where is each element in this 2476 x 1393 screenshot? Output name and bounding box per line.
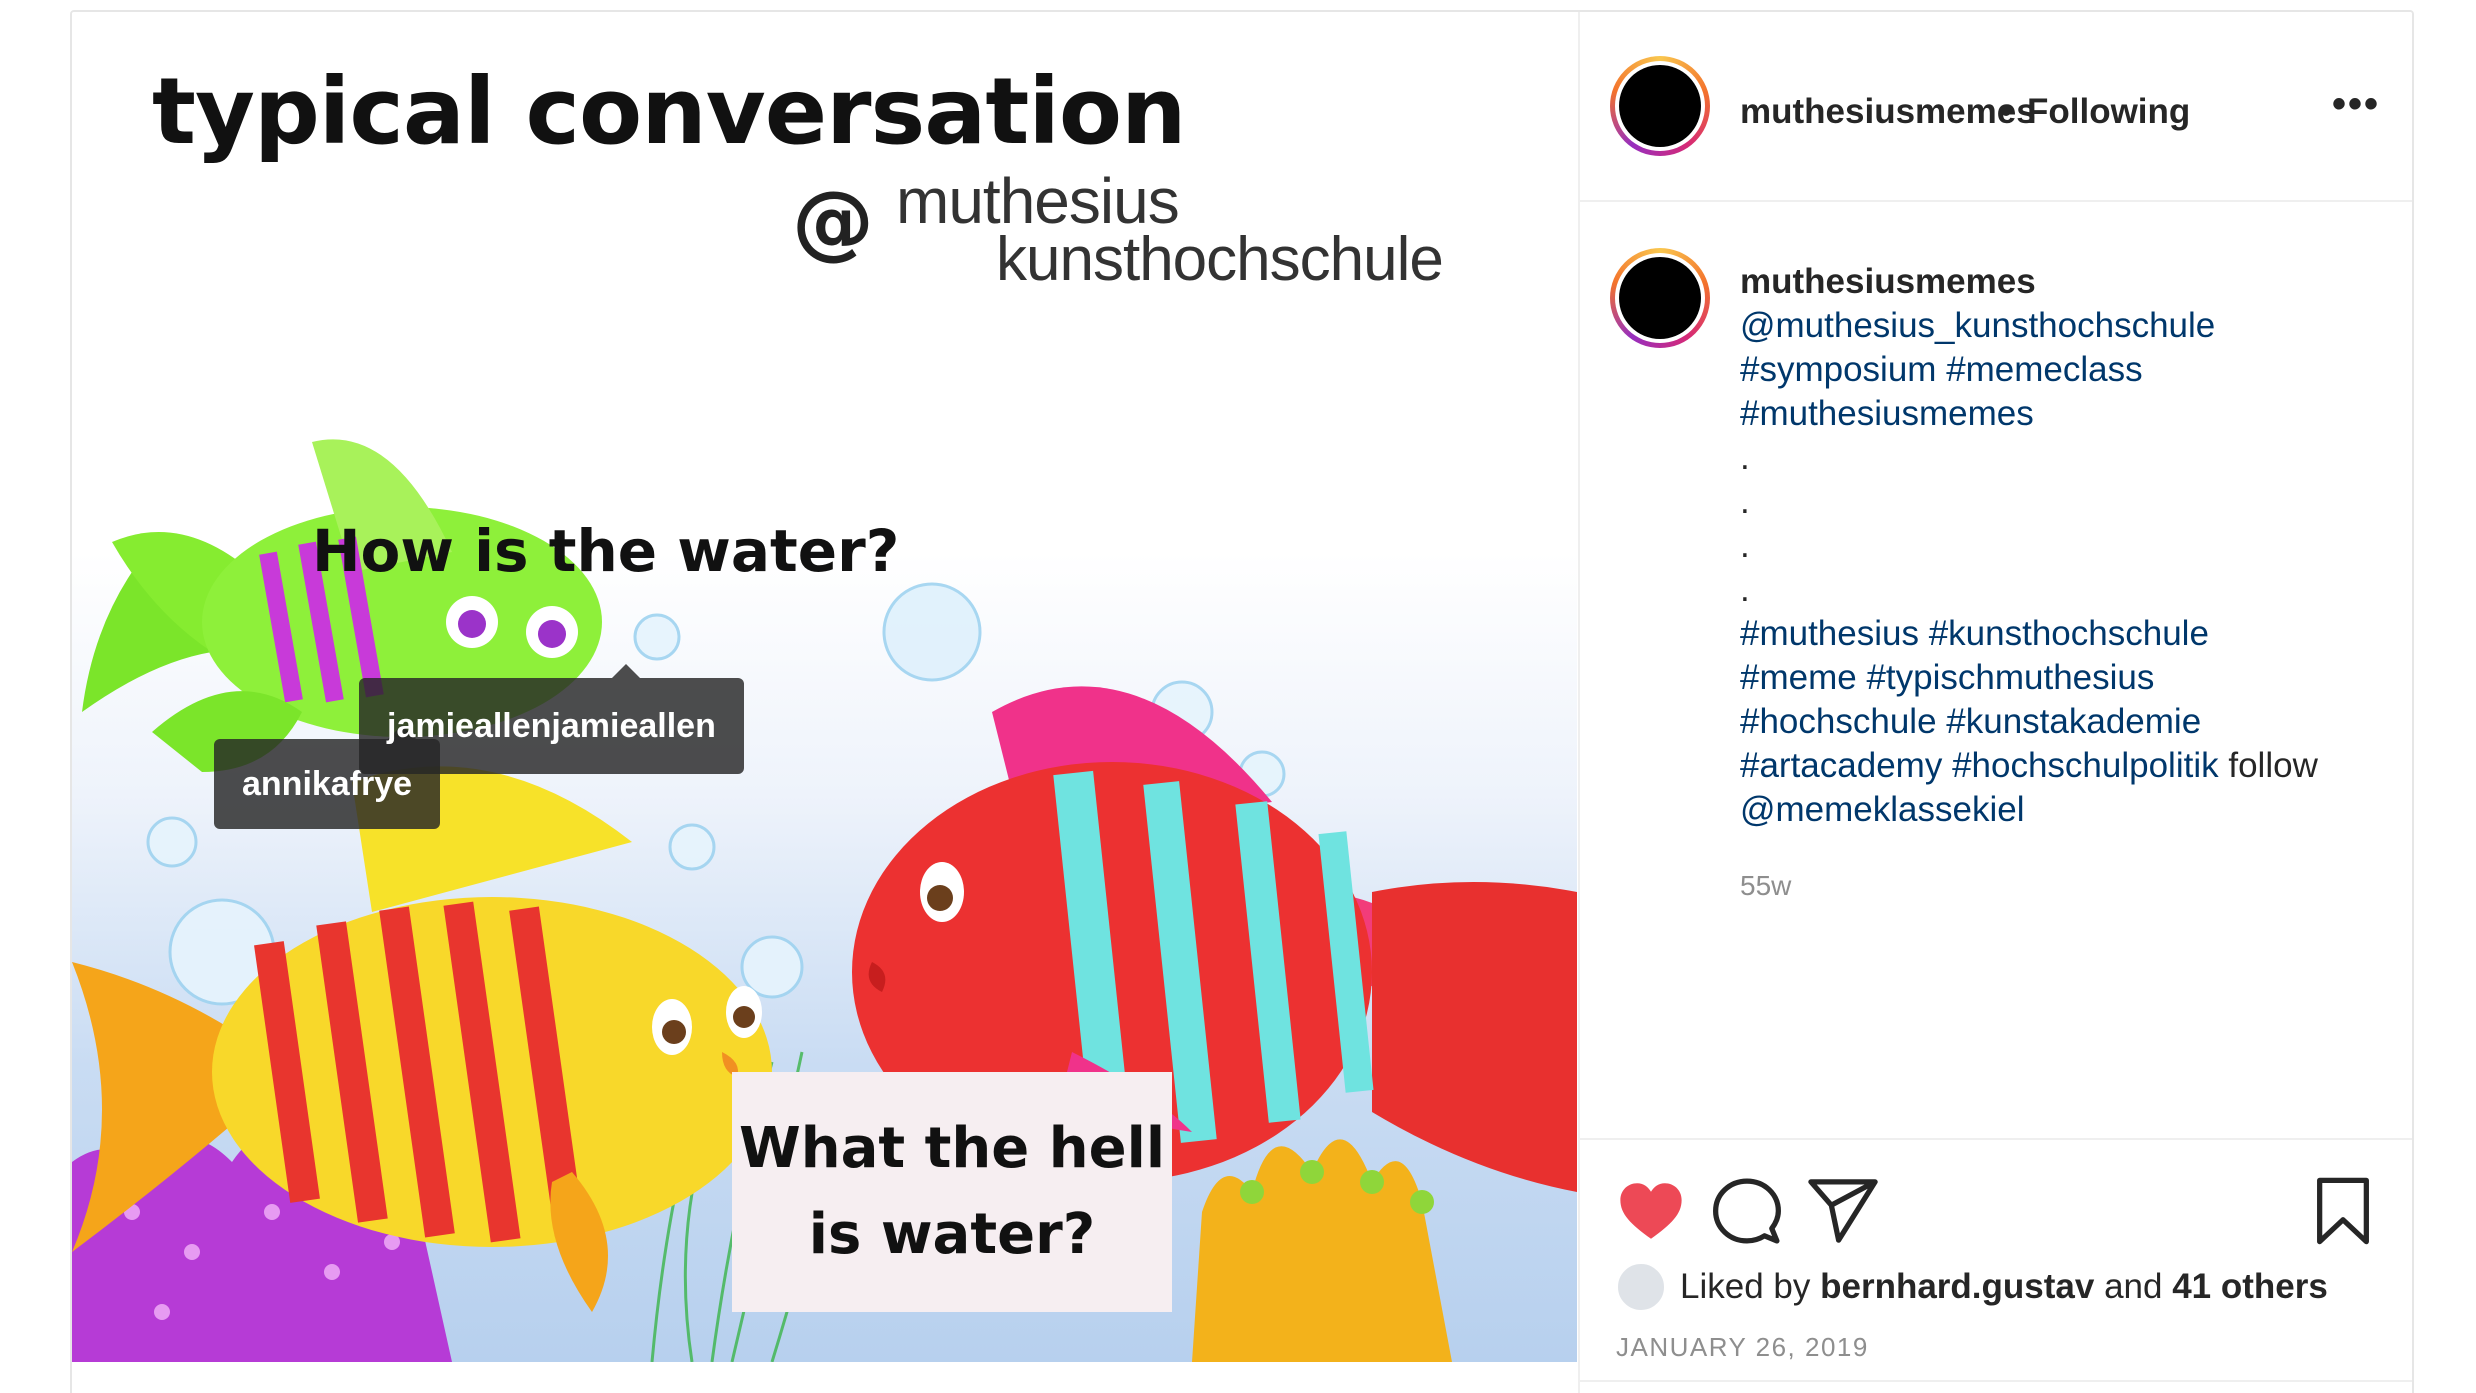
caption-text: follow (2228, 746, 2318, 785)
hashtag-link[interactable]: #artacademy (1740, 746, 1942, 785)
more-horizontal-icon[interactable]: ••• (2332, 82, 2380, 127)
hashtag-link[interactable]: #hochschulpolitik (1952, 746, 2219, 785)
caption-dot: . (1740, 438, 1750, 477)
hashtag-link[interactable]: #kunsthochschule (1929, 614, 2209, 653)
header-separator: • (2000, 92, 2013, 131)
post-header: muthesiusmemes • Following ••• (1580, 12, 2412, 202)
meme-answer-line2: is water? (808, 1202, 1096, 1267)
paper-plane-icon[interactable] (1808, 1176, 1878, 1246)
user-tag-jamieallen[interactable]: jamieallenjamieallen (359, 678, 744, 774)
user-tag-pointer (612, 664, 640, 678)
meme-question: How is the water? (312, 517, 900, 585)
caption-mention[interactable]: @memeklassekiel (1740, 788, 2380, 832)
caption-dot: . (1740, 526, 1750, 565)
hashtag-link[interactable]: #kunstakademie (1946, 702, 2201, 741)
caption-dot: . (1740, 482, 1750, 521)
post-time-ago[interactable]: 55w (1740, 870, 1791, 902)
hashtag-link[interactable]: #meme (1740, 658, 1857, 697)
header-username[interactable]: muthesiusmemes (1740, 92, 2036, 132)
caption-avatar[interactable] (1610, 248, 1710, 348)
post-date[interactable]: JANUARY 26, 2019 (1616, 1332, 1869, 1363)
caption-username[interactable]: muthesiusmemes (1740, 260, 2380, 304)
likes-others-link[interactable]: 41 others (2172, 1267, 2328, 1307)
liker-username[interactable]: bernhard.gustav (1820, 1267, 2094, 1307)
post-caption: muthesiusmemes @muthesius_kunsthochschul… (1740, 260, 2380, 832)
post-side-panel: muthesiusmemes • Following ••• muthesius… (1578, 12, 2412, 1393)
heart-icon[interactable] (1616, 1176, 1686, 1246)
meme-brand-line2: kunsthochschule (996, 225, 1444, 294)
bookmark-icon[interactable] (2308, 1176, 2378, 1246)
post-card: typical conversation @ muthesius kunstho… (70, 10, 2414, 1393)
following-button[interactable]: Following (2027, 92, 2190, 132)
caption-dot: . (1740, 570, 1750, 609)
hashtag-link[interactable]: #muthesius (1740, 614, 1919, 653)
hashtag-link[interactable]: #hochschule (1740, 702, 1937, 741)
likes-prefix: Liked by (1680, 1267, 1811, 1306)
meme-title: typical conversation (152, 58, 1187, 165)
hashtag-link[interactable]: #symposium (1740, 350, 1936, 389)
hashtag-link[interactable]: #muthesiusmemes (1740, 392, 2380, 436)
meme-answer-box: What the hell is water? (732, 1072, 1172, 1312)
meme-answer-line1: What the hell (738, 1116, 1166, 1181)
liker-avatar[interactable] (1616, 1262, 1666, 1312)
comment-icon[interactable] (1712, 1176, 1782, 1246)
likes-and: and (2104, 1267, 2163, 1306)
caption-mention[interactable]: @muthesius_kunsthochschule (1740, 304, 2380, 348)
post-image[interactable]: typical conversation @ muthesius kunstho… (72, 12, 1577, 1362)
post-actions: Liked by bernhard.gustav and 41 others J… (1580, 1138, 2412, 1393)
divider (1580, 1380, 2412, 1382)
hashtag-link[interactable]: #memeclass (1946, 350, 2142, 389)
hashtag-link[interactable]: #typischmuthesius (1866, 658, 2154, 697)
avatar[interactable] (1610, 56, 1710, 156)
likes-summary: Liked by bernhard.gustav and 41 others (1616, 1262, 2328, 1312)
meme-at-sign: @ (792, 174, 874, 269)
